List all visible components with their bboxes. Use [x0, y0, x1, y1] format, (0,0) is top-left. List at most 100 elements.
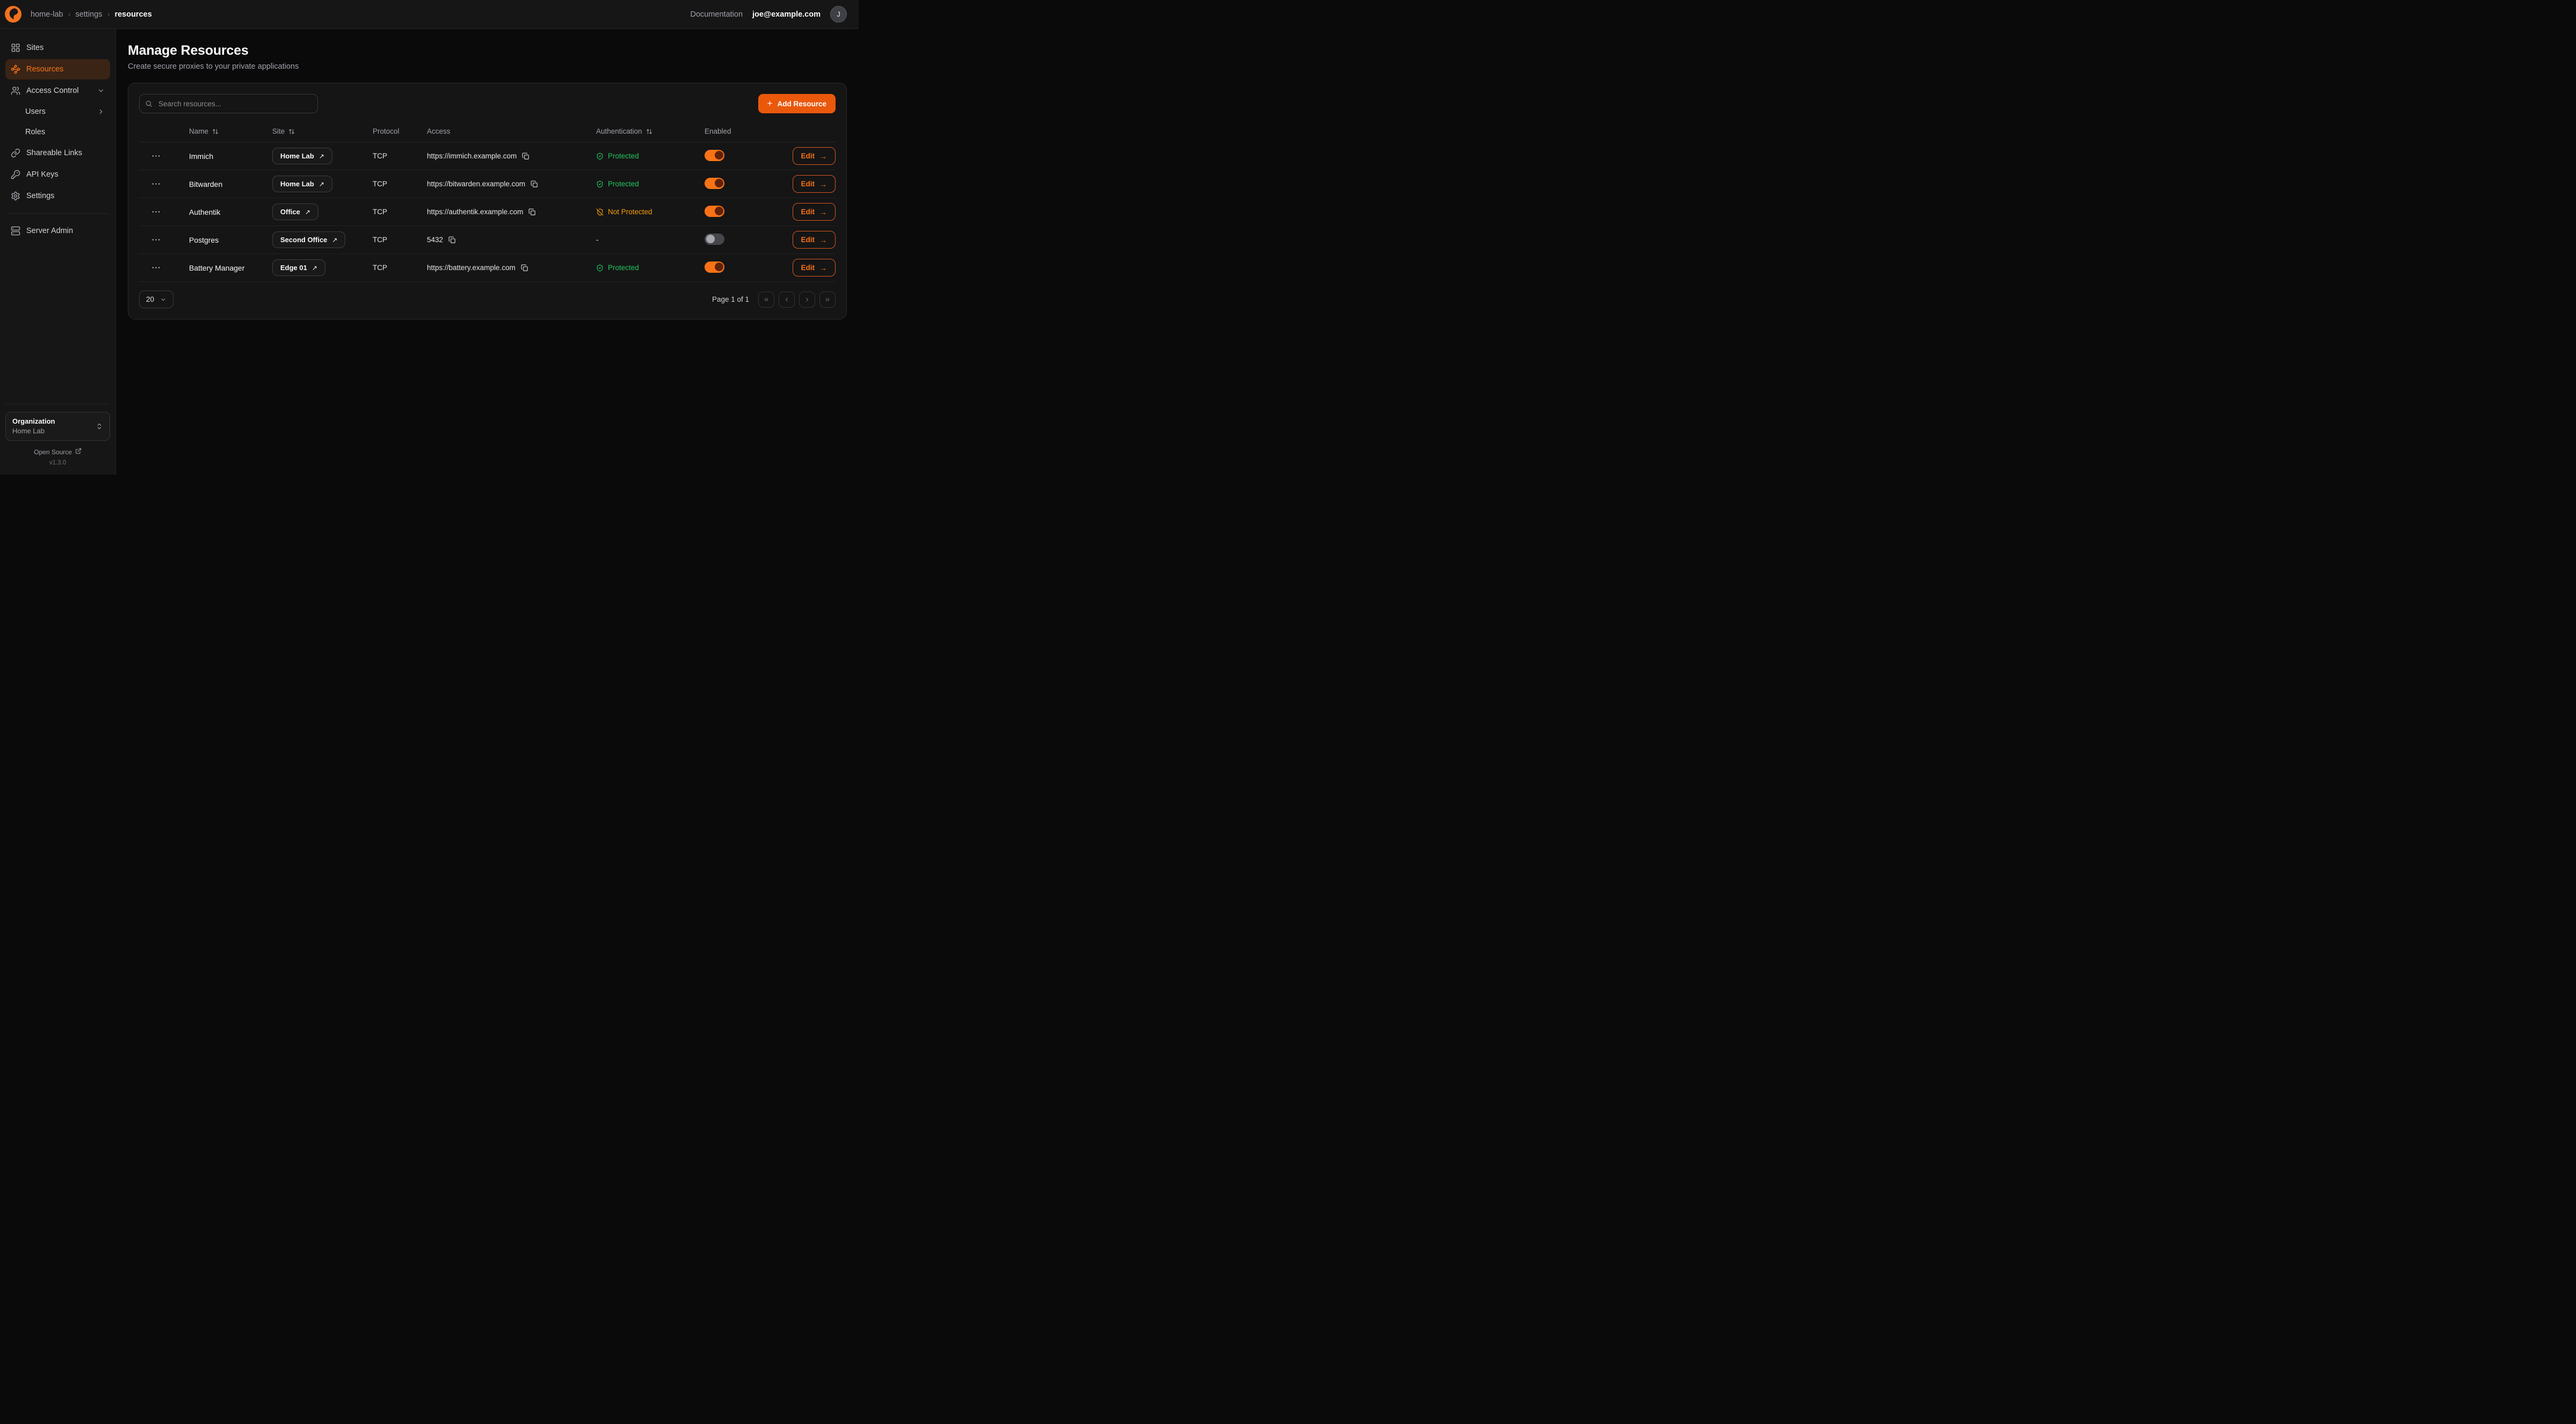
app-root: home-lab › settings › resources Document… [0, 0, 859, 475]
protocol: TCP [373, 236, 427, 244]
sidebar-item-shareable-links[interactable]: Shareable Links [5, 143, 110, 163]
external-link-icon [75, 448, 82, 456]
users-icon [11, 86, 20, 96]
enabled-toggle[interactable] [705, 261, 724, 273]
arrow-right-icon: → [819, 264, 827, 272]
sidebar-item-api-keys[interactable]: API Keys [5, 164, 110, 185]
sidebar-item-label: Server Admin [26, 227, 73, 235]
next-page-button[interactable] [799, 292, 815, 308]
server-icon [11, 226, 20, 236]
access-url: https://immich.example.com [427, 152, 517, 160]
add-resource-button[interactable]: + Add Resource [758, 94, 836, 113]
sort-authentication-button[interactable] [646, 128, 652, 135]
enabled-toggle[interactable] [705, 178, 724, 189]
copy-icon[interactable] [522, 152, 529, 160]
breadcrumb: home-lab › settings › resources [31, 10, 152, 19]
enabled-toggle[interactable] [705, 206, 724, 217]
row-menu-button[interactable]: ⋯ [139, 235, 189, 244]
link-icon [11, 148, 20, 158]
edit-button[interactable]: Edit → [793, 175, 836, 193]
resource-name: Postgres [189, 236, 272, 244]
app-logo[interactable] [5, 6, 21, 23]
search-input[interactable] [139, 94, 318, 113]
column-header-protocol: Protocol [373, 127, 427, 135]
sidebar-item-label: Resources [26, 65, 63, 74]
open-source-link[interactable]: Open Source [5, 448, 110, 456]
table-row: ⋯ Bitwarden Home Lab ↗ TCP https://bitwa… [139, 170, 836, 198]
sort-site-button[interactable] [288, 128, 295, 135]
edit-button[interactable]: Edit → [793, 203, 836, 221]
sidebar-item-label: Roles [25, 128, 45, 136]
protocol: TCP [373, 208, 427, 216]
sidebar-item-roles[interactable]: Roles [5, 122, 110, 142]
search-icon [145, 100, 153, 107]
row-menu-button[interactable]: ⋯ [139, 179, 189, 188]
access-url: https://authentik.example.com [427, 208, 523, 216]
column-header-site: Site [272, 127, 373, 135]
last-page-button[interactable] [819, 292, 836, 308]
chevrons-up-down-icon [96, 423, 103, 430]
site-link-button[interactable]: Second Office ↗ [272, 231, 345, 248]
plus-icon: + [767, 99, 773, 108]
auth-status: Protected [596, 180, 705, 188]
sidebar-item-sites[interactable]: Sites [5, 38, 110, 58]
breadcrumb-current: resources [114, 10, 151, 19]
search-box [139, 94, 318, 113]
copy-icon[interactable] [521, 264, 528, 272]
edit-button[interactable]: Edit → [793, 231, 836, 249]
enabled-toggle[interactable] [705, 150, 724, 161]
sidebar-nav: Sites Resources Access Control [5, 38, 110, 241]
site-link-button[interactable]: Edge 01 ↗ [272, 259, 325, 276]
first-page-button[interactable] [758, 292, 774, 308]
copy-icon[interactable] [531, 180, 538, 188]
sidebar-item-users[interactable]: Users [5, 102, 110, 121]
sidebar-item-resources[interactable]: Resources [5, 59, 110, 79]
row-menu-button[interactable]: ⋯ [139, 263, 189, 272]
user-email[interactable]: joe@example.com [752, 10, 821, 19]
table-row: ⋯ Immich Home Lab ↗ TCP https://immich.e… [139, 142, 836, 170]
auth-status: - [596, 236, 705, 244]
row-menu-button[interactable]: ⋯ [139, 151, 189, 161]
resources-card: + Add Resource Name Site [128, 83, 847, 319]
access-port: 5432 [427, 236, 443, 244]
breadcrumb-separator: › [68, 10, 70, 19]
sidebar-item-access-control[interactable]: Access Control [5, 81, 110, 101]
arrow-up-right-icon: ↗ [319, 152, 324, 160]
breadcrumb-settings[interactable]: settings [75, 10, 102, 19]
edit-button[interactable]: Edit → [793, 147, 836, 165]
organization-name: Home Lab [12, 426, 55, 436]
organization-selector[interactable]: Organization Home Lab [5, 412, 110, 441]
sort-name-button[interactable] [212, 128, 219, 135]
copy-icon[interactable] [528, 208, 536, 216]
sidebar-item-settings[interactable]: Settings [5, 186, 110, 206]
documentation-link[interactable]: Documentation [691, 10, 743, 19]
previous-page-button[interactable] [779, 292, 795, 308]
sidebar-item-label: Shareable Links [26, 149, 82, 157]
pagination-controls [758, 292, 836, 308]
site-link-button[interactable]: Home Lab ↗ [272, 148, 332, 164]
sites-icon [11, 43, 20, 53]
edit-button[interactable]: Edit → [793, 259, 836, 277]
table-header: Name Site Protocol [139, 121, 836, 142]
chevron-down-icon [160, 296, 166, 303]
arrow-right-icon: → [819, 152, 827, 161]
resource-name: Bitwarden [189, 180, 272, 188]
arrow-right-icon: → [819, 208, 827, 216]
arrow-right-icon: → [819, 180, 827, 188]
copy-icon[interactable] [448, 236, 456, 244]
row-menu-button[interactable]: ⋯ [139, 207, 189, 216]
table-row: ⋯ Battery Manager Edge 01 ↗ TCP https://… [139, 254, 836, 282]
auth-status: Not Protected [596, 208, 705, 216]
sidebar-item-server-admin[interactable]: Server Admin [5, 221, 110, 241]
main-content: Manage Resources Create secure proxies t… [116, 29, 859, 475]
breadcrumb-org[interactable]: home-lab [31, 10, 63, 19]
enabled-toggle[interactable] [705, 234, 724, 245]
site-link-button[interactable]: Office ↗ [272, 204, 318, 220]
access-url: https://battery.example.com [427, 264, 516, 272]
site-link-button[interactable]: Home Lab ↗ [272, 176, 332, 192]
column-header-enabled: Enabled [705, 127, 777, 135]
pangolin-logo-icon [5, 6, 21, 23]
page-size-select[interactable]: 20 [139, 290, 173, 308]
avatar[interactable]: J [830, 6, 847, 23]
resource-name: Immich [189, 152, 272, 161]
